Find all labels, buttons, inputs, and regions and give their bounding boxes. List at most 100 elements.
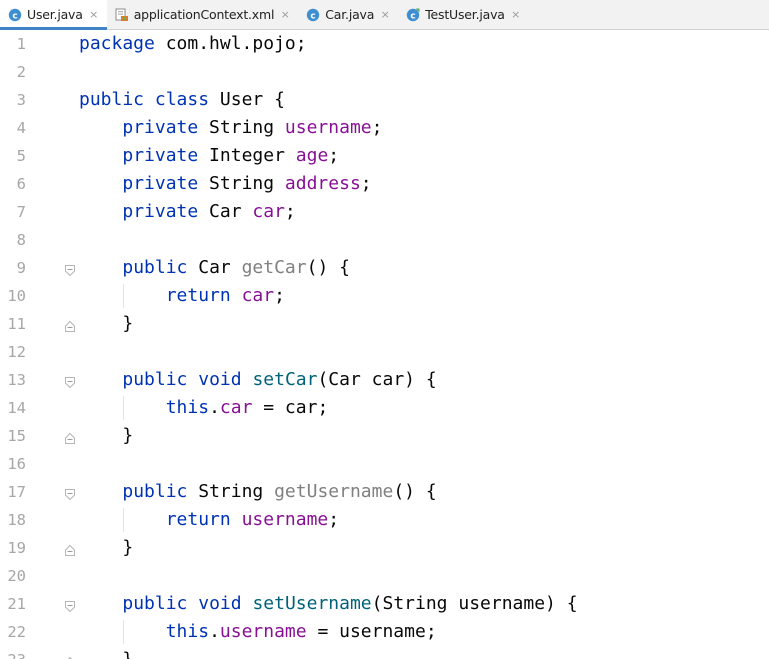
code-token: age — [295, 145, 329, 166]
fold-collapse-icon[interactable] — [64, 374, 76, 389]
code-line[interactable]: 13 public void setCar(Car car) { — [0, 366, 769, 394]
code-line[interactable]: 23 } — [0, 646, 769, 659]
line-number: 4 — [16, 119, 26, 137]
code-token: void — [198, 593, 242, 614]
code-token: String — [198, 117, 285, 138]
code-text: } — [79, 310, 133, 338]
editor-tab-testuser-java[interactable]: c TestUser.java × — [398, 0, 529, 29]
fold-collapse-icon[interactable] — [64, 262, 76, 277]
line-number: 14 — [7, 399, 26, 417]
code-token: User { — [209, 89, 285, 110]
code-token: public — [79, 89, 145, 110]
code-token: } — [79, 425, 134, 446]
code-text: return username; — [79, 506, 339, 534]
code-token: return — [165, 285, 231, 306]
code-token: (String username) { — [371, 593, 578, 614]
code-line[interactable]: 4 private String username; — [0, 114, 769, 142]
code-line[interactable]: 8 — [0, 226, 769, 254]
close-tab-icon[interactable]: × — [511, 9, 521, 20]
indent-guide — [123, 396, 124, 420]
code-line[interactable]: 11 } — [0, 310, 769, 338]
code-line[interactable]: 22 this.username = username; — [0, 618, 769, 646]
editor-tab-applicationcontext-xml[interactable]: applicationContext.xml × — [107, 0, 299, 29]
line-number: 22 — [7, 623, 26, 641]
code-token: this — [165, 621, 210, 642]
line-number: 1 — [16, 35, 26, 53]
fold-end-icon[interactable] — [64, 430, 76, 444]
indent-guide — [123, 620, 124, 644]
line-number: 7 — [16, 203, 26, 221]
tab-label: TestUser.java — [425, 7, 505, 22]
code-token: setCar — [252, 369, 318, 390]
close-tab-icon[interactable]: × — [380, 9, 390, 20]
line-number: 18 — [7, 511, 26, 529]
code-token: public — [122, 257, 188, 278]
code-line[interactable]: 12 — [0, 338, 769, 366]
line-number: 6 — [16, 175, 26, 193]
code-editor[interactable]: 1 package com.hwl.pojo; 2 3 public class Use… — [0, 30, 769, 659]
code-token: = car; — [252, 397, 329, 418]
code-token: Integer — [198, 145, 296, 166]
editor-tab-user-java[interactable]: c User.java × — [0, 0, 107, 30]
code-token: . — [209, 621, 220, 642]
line-number: 16 — [7, 455, 26, 473]
code-line[interactable]: 1 package com.hwl.pojo; — [0, 30, 769, 58]
code-line[interactable]: 20 — [0, 562, 769, 590]
fold-end-icon[interactable] — [64, 318, 76, 332]
indent-guide — [123, 508, 124, 532]
code-line[interactable]: 9 public Car getCar() { — [0, 254, 769, 282]
code-line[interactable]: 21 public void setUsername(String userna… — [0, 590, 769, 618]
code-token: void — [198, 369, 242, 390]
fold-collapse-icon[interactable] — [64, 598, 76, 613]
fold-end-icon[interactable] — [64, 542, 76, 556]
fold-end-icon[interactable] — [64, 654, 76, 659]
code-token: private — [122, 145, 199, 166]
code-token: ; — [360, 173, 372, 194]
code-token: Car — [187, 257, 242, 278]
line-number: 10 — [7, 287, 26, 305]
line-number: 2 — [16, 63, 26, 81]
spring-xml-icon — [115, 8, 129, 22]
code-text: public String getUsername() { — [79, 478, 436, 506]
code-text: private Car car; — [79, 198, 295, 226]
code-token: Car — [198, 201, 253, 222]
code-token: setUsername — [252, 593, 372, 614]
code-line[interactable]: 18 return username; — [0, 506, 769, 534]
code-line[interactable]: 17 public String getUsername() { — [0, 478, 769, 506]
code-token: private — [122, 117, 199, 138]
code-text: this.username = username; — [79, 618, 437, 646]
code-token: } — [79, 313, 134, 334]
code-line[interactable]: 16 — [0, 450, 769, 478]
code-token: car — [219, 397, 253, 418]
code-line[interactable]: 2 — [0, 58, 769, 86]
line-number: 15 — [7, 427, 26, 445]
code-line[interactable]: 14 this.car = car; — [0, 394, 769, 422]
code-token: private — [122, 201, 199, 222]
code-text: public void setCar(Car car) { — [79, 366, 436, 394]
code-token: public — [122, 481, 188, 502]
code-line[interactable]: 6 private String address; — [0, 170, 769, 198]
code-line[interactable]: 10 return car; — [0, 282, 769, 310]
java-test-class-icon: c — [406, 8, 420, 22]
java-class-icon: c — [8, 8, 22, 22]
line-number: 23 — [0, 646, 26, 659]
code-line[interactable]: 5 private Integer age; — [0, 142, 769, 170]
code-line[interactable]: 19 } — [0, 534, 769, 562]
close-tab-icon[interactable]: × — [280, 9, 290, 20]
code-line[interactable]: 3 public class User { — [0, 86, 769, 114]
line-number: 3 — [16, 91, 26, 109]
code-line[interactable]: 7 private Car car; — [0, 198, 769, 226]
tab-label: Car.java — [325, 7, 375, 22]
code-line[interactable]: 15 } — [0, 422, 769, 450]
fold-collapse-icon[interactable] — [64, 486, 76, 501]
close-tab-icon[interactable]: × — [89, 9, 99, 20]
editor-tab-car-java[interactable]: c Car.java × — [298, 0, 398, 29]
code-token: = username; — [306, 621, 437, 642]
tab-label: applicationContext.xml — [133, 7, 275, 22]
line-number: 21 — [7, 595, 26, 613]
tab-label: User.java — [27, 7, 83, 22]
